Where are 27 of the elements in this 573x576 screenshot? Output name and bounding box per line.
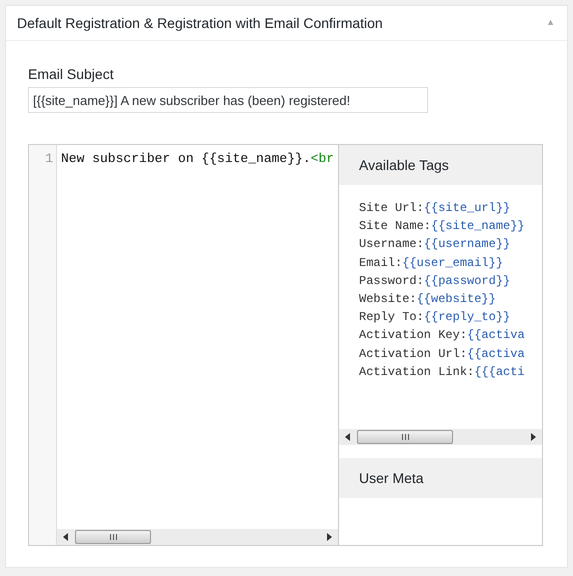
code-line: New subscriber on {{site_name}}.<br bbox=[61, 150, 336, 167]
tag-entry: Activation Key:{{activa bbox=[359, 327, 526, 344]
section-header[interactable]: Available Tags bbox=[339, 145, 542, 185]
tag-entry: Password:{{password}} bbox=[359, 272, 512, 290]
scroll-left-icon[interactable] bbox=[345, 433, 350, 441]
tag-entry: Website:{{website}} bbox=[359, 291, 497, 308]
tag-entry: Site Name:{{site_name}} bbox=[359, 218, 526, 236]
grip-icon bbox=[402, 434, 408, 440]
grip-icon bbox=[110, 534, 116, 540]
line-number: 1 bbox=[45, 150, 53, 167]
tag-entry: Site Url:{{site_url}} bbox=[359, 200, 512, 217]
horizontal-scrollbar[interactable] bbox=[57, 529, 338, 545]
tag-entry: Reply To:{{reply_to}} bbox=[359, 309, 512, 326]
tag-entry: Email:{{user_email}} bbox=[359, 254, 504, 272]
scroll-thumb[interactable] bbox=[75, 530, 151, 544]
horizontal-scrollbar[interactable] bbox=[339, 429, 542, 445]
scroll-right-icon[interactable] bbox=[327, 533, 332, 541]
field-label: Email Subject bbox=[28, 65, 115, 83]
section-header[interactable]: User Meta bbox=[339, 458, 542, 498]
scroll-left-icon[interactable] bbox=[63, 533, 68, 541]
scroll-right-icon[interactable] bbox=[531, 433, 536, 441]
email-subject-field[interactable]: [{{site_name}}] A new subscriber has (been) registered! bbox=[28, 87, 428, 113]
tag-entry: Username:{{username}} bbox=[359, 236, 512, 254]
panel-title: Default Registration & Registration with Email Confirmation bbox=[17, 14, 383, 33]
tag-entry: Activation Link:{{{acti bbox=[359, 364, 526, 381]
scroll-thumb[interactable] bbox=[357, 430, 453, 444]
tag-entry: Activation Url:{{activa bbox=[359, 346, 526, 363]
